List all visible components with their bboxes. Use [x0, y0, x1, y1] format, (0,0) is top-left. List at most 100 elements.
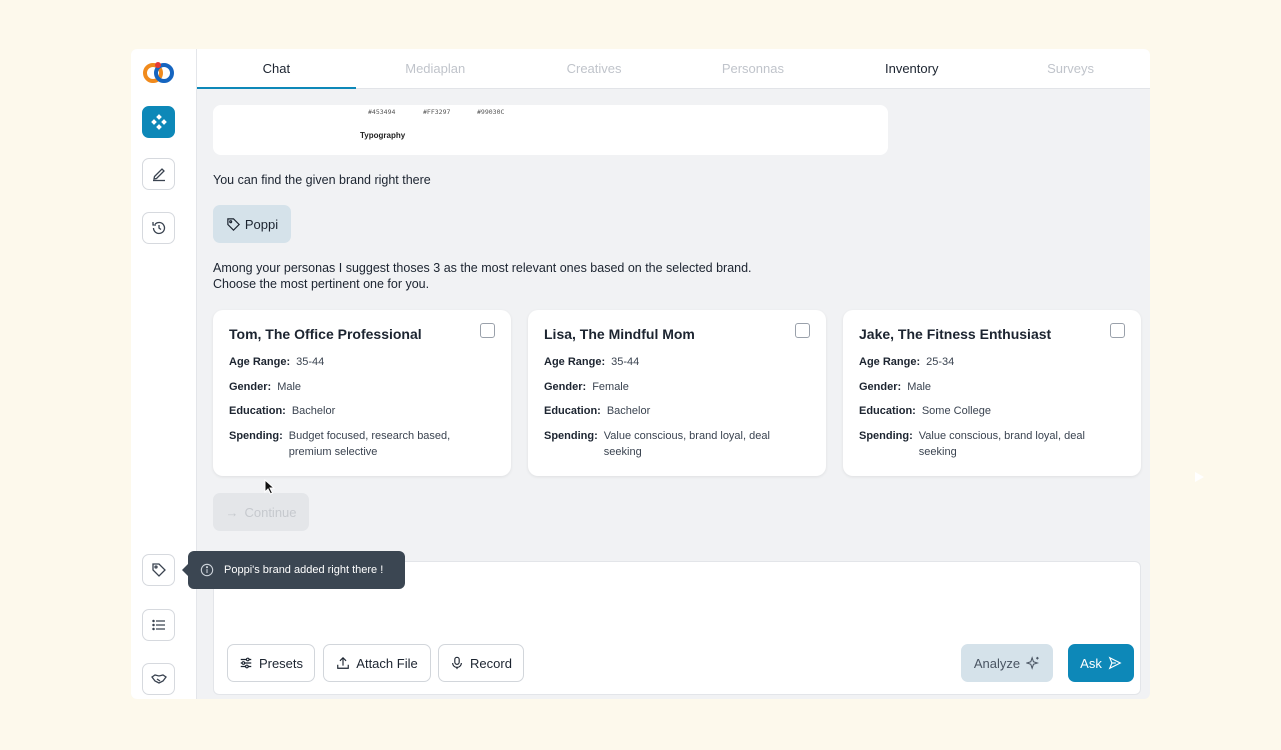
persona-checkbox[interactable] — [1110, 323, 1125, 338]
persona-card[interactable]: Jake, The Fitness Enthusiast Age Range: 2… — [843, 310, 1141, 476]
tag-button[interactable] — [142, 554, 175, 586]
color-hex-2: #FF3297 — [423, 108, 451, 116]
spending-label: Spending: — [229, 429, 283, 442]
tab-surveys[interactable]: Surveys — [991, 49, 1150, 88]
education-label: Education: — [544, 405, 601, 417]
suggestion-message: Among your personas I suggest thoses 3 a… — [213, 260, 752, 292]
app-window: Chat Mediaplan Creatives Personnas Inven… — [131, 49, 1150, 699]
gender-value: Male — [277, 380, 302, 393]
education-label: Education: — [229, 405, 286, 417]
color-hex-3: #99030C — [477, 108, 505, 116]
record-label: Record — [470, 655, 512, 671]
sidebar — [131, 49, 197, 699]
sparkle-grid-icon — [150, 114, 167, 130]
list-button[interactable] — [142, 609, 175, 641]
spending-value: Budget focused, research based, premium … — [288, 429, 451, 459]
typography-label: Typography — [360, 131, 406, 140]
persona-education-row: Education: Bachelor — [544, 403, 810, 420]
suggestion-line-2: Choose the most pertinent one for you. — [213, 277, 430, 291]
persona-age-row: Age Range: 25-34 — [859, 354, 1125, 371]
tag-icon — [151, 563, 166, 577]
attach-file-label: Attach File — [356, 655, 418, 671]
brand-found-message: You can find the given brand right there — [213, 173, 431, 187]
persona-name: Jake, The Fitness Enthusiast — [859, 326, 1052, 342]
tab-inventory[interactable]: Inventory — [832, 49, 991, 88]
edit-button[interactable] — [142, 158, 175, 190]
analyze-button[interactable]: Analyze — [961, 644, 1053, 682]
continue-label: Continue — [244, 504, 297, 520]
tab-mediaplan[interactable]: Mediaplan — [356, 49, 515, 88]
sparkle-grid-button[interactable] — [142, 106, 175, 138]
ask-label: Ask — [1080, 655, 1102, 671]
play-icon — [1195, 472, 1204, 482]
persona-gender-row: Gender: Male — [229, 379, 495, 396]
presets-label: Presets — [258, 655, 304, 671]
info-icon — [200, 563, 214, 577]
persona-card[interactable]: Tom, The Office Professional Age Range: 3… — [213, 310, 511, 476]
history-icon — [151, 221, 165, 235]
app-logo — [143, 62, 174, 83]
persona-card[interactable]: Lisa, The Mindful Mom Age Range: 35-44 Ge… — [528, 310, 826, 476]
ask-button[interactable]: Ask — [1068, 644, 1134, 682]
handshake-button[interactable] — [142, 663, 175, 695]
persona-spending-row: Spending: Value conscious, brand loyal, d… — [859, 428, 1125, 461]
age-value: 35-44 — [296, 356, 325, 368]
continue-button[interactable]: → Continue — [213, 493, 309, 531]
suggestion-line-1: Among your personas I suggest thoses 3 a… — [213, 261, 752, 275]
age-value: 25-34 — [926, 356, 955, 368]
education-value: Bachelor — [291, 405, 336, 417]
persona-spending-row: Spending: Budget focused, research based,… — [229, 428, 495, 461]
age-value: 35-44 — [611, 356, 640, 368]
education-value: Bachelor — [606, 405, 651, 417]
arrow-right-icon: → — [225, 504, 239, 520]
tab-chat[interactable]: Chat — [197, 49, 356, 89]
gender-value: Male — [907, 380, 932, 393]
tag-icon — [227, 217, 240, 231]
list-icon — [151, 619, 165, 631]
persona-gender-row: Gender: Male — [859, 379, 1125, 396]
persona-spending-row: Spending: Value conscious, brand loyal, d… — [544, 428, 810, 461]
brand-chip-label: Poppi — [244, 216, 279, 232]
brand-added-tooltip: Poppi's brand added right there ! — [182, 551, 405, 589]
persona-checkbox[interactable] — [480, 323, 495, 338]
spending-value: Value conscious, brand loyal, deal seeki… — [918, 429, 1085, 459]
gender-value: Female — [592, 380, 629, 393]
education-value: Some College — [921, 405, 991, 417]
presets-button[interactable]: Presets — [227, 644, 315, 682]
spending-label: Spending: — [544, 429, 598, 442]
gender-label: Gender: — [544, 380, 587, 393]
education-label: Education: — [859, 405, 916, 417]
tab-bar: Chat Mediaplan Creatives Personnas Inven… — [197, 49, 1150, 89]
analyze-label: Analyze — [973, 655, 1021, 671]
brand-chip[interactable]: Poppi — [213, 205, 291, 243]
persona-checkbox[interactable] — [795, 323, 810, 338]
age-label: Age Range: — [544, 356, 606, 368]
sliders-icon — [240, 657, 252, 669]
microphone-icon — [452, 656, 462, 670]
tab-personnas[interactable]: Personnas — [673, 49, 832, 88]
persona-age-row: Age Range: 35-44 — [544, 354, 810, 371]
edit-icon — [152, 168, 165, 182]
history-button[interactable] — [142, 212, 175, 244]
handshake-icon — [150, 674, 167, 684]
spending-value: Value conscious, brand loyal, deal seeki… — [603, 429, 770, 459]
gender-label: Gender: — [229, 380, 272, 393]
persona-age-row: Age Range: 35-44 — [229, 354, 495, 371]
send-icon — [1108, 656, 1122, 670]
age-label: Age Range: — [229, 356, 291, 368]
age-label: Age Range: — [859, 356, 921, 368]
brand-guideline-preview: #453494 #FF3297 #99030C Typography — [213, 105, 888, 155]
persona-name: Tom, The Office Professional — [229, 326, 422, 342]
tab-creatives[interactable]: Creatives — [515, 49, 674, 88]
tooltip-text: Poppi's brand added right there ! — [224, 564, 384, 576]
upload-icon — [337, 656, 350, 669]
persona-gender-row: Gender: Female — [544, 379, 810, 396]
persona-education-row: Education: Some College — [859, 403, 1125, 420]
mouse-cursor-icon — [264, 479, 276, 495]
color-hex-1: #453494 — [368, 108, 396, 116]
record-button[interactable]: Record — [438, 644, 524, 682]
gender-label: Gender: — [859, 380, 902, 393]
attach-file-button[interactable]: Attach File — [323, 644, 431, 682]
persona-name: Lisa, The Mindful Mom — [544, 326, 695, 342]
persona-education-row: Education: Bachelor — [229, 403, 495, 420]
